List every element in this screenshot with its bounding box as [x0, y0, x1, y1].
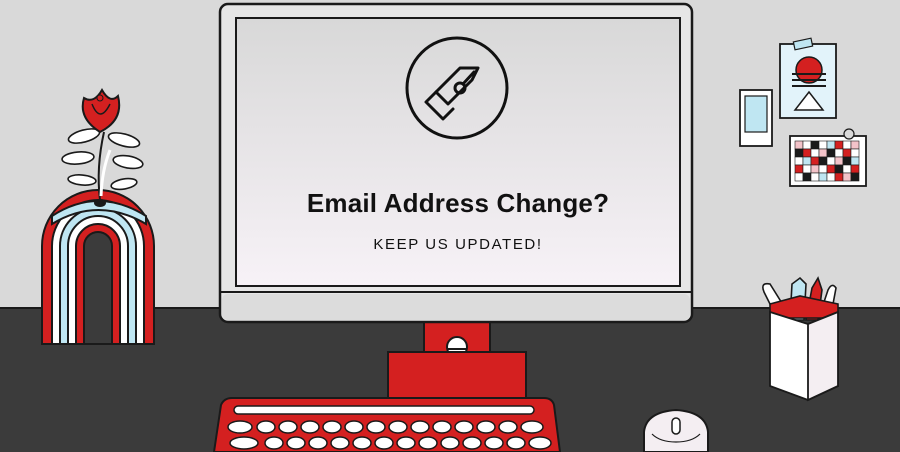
screen-headline: Email Address Change?: [306, 188, 610, 218]
screen-subline: KEEP US UPDATED!: [373, 236, 543, 253]
mouse: [643, 408, 709, 452]
wall-grid-art: [789, 128, 867, 187]
scene-artwork: [0, 0, 900, 452]
wall-photo: [739, 89, 773, 147]
rainbow-vase: [41, 189, 155, 345]
monitor-base: [387, 351, 527, 405]
illustration-scene: Email Address Change? KEEP US UPDATED!: [0, 0, 900, 452]
pencil-cup: [762, 276, 839, 402]
keyboard: [212, 397, 562, 452]
wall-poster: [779, 37, 837, 119]
